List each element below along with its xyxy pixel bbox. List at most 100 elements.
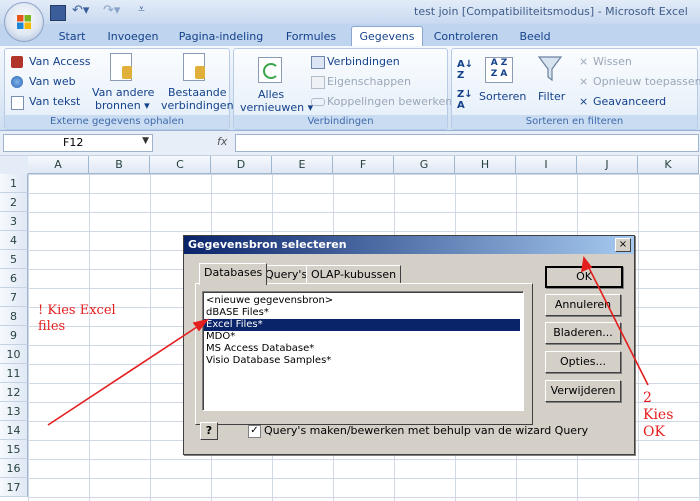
row-header[interactable]: 8 [0, 307, 28, 326]
column-header[interactable]: I [516, 156, 577, 174]
tab-controleren[interactable]: Controleren [430, 27, 502, 46]
refresh-all-label-1[interactable]: Alles [258, 88, 284, 101]
row-header[interactable]: 1 [0, 174, 28, 193]
name-box-value: F12 [63, 136, 84, 149]
formula-input[interactable] [235, 134, 699, 152]
group-connections: Alles vernieuwen ▾ Verbindingen Eigensch… [233, 48, 452, 130]
existing-connections-icon [183, 53, 205, 81]
undo-icon[interactable]: ↶▾ [72, 3, 89, 18]
column-header[interactable]: E [272, 156, 333, 174]
dialog-close-button[interactable]: × [615, 238, 631, 252]
existing-connections-label-1[interactable]: Bestaande [168, 86, 227, 99]
row-header[interactable]: 2 [0, 193, 28, 212]
data-source-list[interactable]: <nieuwe gegevensbron> dBASE Files* Excel… [202, 291, 524, 411]
other-sources-label-1[interactable]: Van andere [92, 86, 154, 99]
help-button[interactable]: ? [200, 422, 218, 440]
name-box[interactable]: F12 ▼ [3, 134, 153, 152]
row-header[interactable]: 15 [0, 440, 28, 459]
sort-desc-icon[interactable]: Z↓ A [457, 89, 473, 111]
row-header[interactable]: 5 [0, 250, 28, 269]
dialog-title-bar[interactable]: Gegevensbron selecteren × [184, 236, 634, 254]
column-header[interactable]: A [28, 156, 89, 174]
advanced-filter-button[interactable]: Geavanceerd [593, 95, 666, 108]
refresh-all-label-2[interactable]: vernieuwen ▾ [240, 101, 313, 114]
sort-button[interactable]: Sorteren [479, 90, 526, 103]
column-header[interactable]: J [577, 156, 638, 174]
list-item[interactable]: MS Access Database* [206, 343, 314, 355]
access-icon [11, 56, 23, 68]
column-header[interactable]: C [150, 156, 211, 174]
row-header[interactable]: 11 [0, 364, 28, 383]
select-data-source-dialog: Gegevensbron selecteren × Databases Quer… [183, 235, 635, 455]
annotation-choose-excel: ! Kies Excel files [38, 303, 116, 334]
browse-button[interactable]: Bladeren... [545, 322, 621, 344]
row-header[interactable]: 3 [0, 212, 28, 231]
row-header[interactable]: 7 [0, 288, 28, 307]
cancel-button[interactable]: Annuleren [545, 294, 621, 316]
ribbon: Van Access Van web Van tekst Van andere … [0, 46, 700, 131]
redo-icon[interactable]: ↷▾ [103, 3, 120, 18]
tab-invoegen[interactable]: Invoegen [104, 27, 162, 46]
delete-button[interactable]: Verwijderen [545, 380, 621, 402]
list-item[interactable]: Visio Database Samples* [206, 355, 331, 367]
text-file-icon [11, 96, 24, 110]
insert-function-icon[interactable]: fx [217, 135, 227, 148]
list-item[interactable]: MDO* [206, 331, 235, 343]
from-text-button[interactable]: Van tekst [29, 95, 80, 108]
group-sort-filter: A↓ Z Z↓ A A ZZ A Sorteren Filter ⨯ Wissen … [451, 48, 700, 130]
tab-gegevens[interactable]: Gegevens [351, 26, 423, 46]
column-header[interactable]: F [333, 156, 394, 174]
web-icon [11, 76, 23, 88]
reapply-button[interactable]: Opnieuw toepassen [593, 75, 700, 88]
from-web-button[interactable]: Van web [29, 75, 76, 88]
properties-button[interactable]: Eigenschappen [327, 75, 411, 88]
column-header[interactable]: D [211, 156, 272, 174]
formula-bar: F12 ▼ fx [0, 131, 700, 156]
column-header[interactable]: G [394, 156, 455, 174]
row-header[interactable]: 4 [0, 231, 28, 250]
tab-pagina-indeling[interactable]: Pagina-indeling [175, 27, 267, 46]
customize-quick-access-icon[interactable]: ⩡ [138, 2, 145, 17]
select-all-corner[interactable] [0, 156, 29, 175]
list-item[interactable]: <nieuwe gegevensbron> [206, 295, 333, 307]
ribbon-tabs: Start Invoegen Pagina-indeling Formules … [0, 24, 700, 46]
properties-icon [311, 76, 325, 89]
wizard-checkbox[interactable]: ✓ [248, 425, 261, 438]
row-header[interactable]: 10 [0, 345, 28, 364]
row-header[interactable]: 12 [0, 383, 28, 402]
clear-filter-button[interactable]: Wissen [593, 55, 632, 68]
title-bar: ↶▾ ↷▾ ⩡ test join [Compatibiliteitsmodus… [0, 0, 700, 25]
ok-button[interactable]: OK [545, 266, 623, 288]
annotation-choose-ok: 2 Kies OK [643, 390, 674, 440]
list-item[interactable]: dBASE Files* [206, 307, 269, 319]
tab-start[interactable]: Start [52, 27, 92, 46]
row-header[interactable]: 16 [0, 459, 28, 478]
existing-connections-label-2[interactable]: verbindingen [161, 99, 234, 112]
tab-queries[interactable]: Query's [260, 265, 313, 284]
office-button[interactable] [4, 2, 44, 42]
connections-button[interactable]: Verbindingen [327, 55, 400, 68]
column-header[interactable]: H [455, 156, 516, 174]
from-access-button[interactable]: Van Access [29, 55, 91, 68]
row-header[interactable]: 9 [0, 326, 28, 345]
tab-beeld[interactable]: Beeld [513, 27, 557, 46]
filter-button[interactable]: Filter [538, 90, 565, 103]
name-box-dropdown-icon[interactable]: ▼ [142, 136, 149, 146]
list-item-selected[interactable]: Excel Files* [204, 319, 520, 331]
row-header[interactable]: 14 [0, 421, 28, 440]
row-header[interactable]: 6 [0, 269, 28, 288]
sort-asc-icon[interactable]: A↓ Z [457, 59, 473, 81]
tab-olap-cubes[interactable]: OLAP-kubussen [306, 265, 402, 284]
row-header[interactable]: 17 [0, 478, 28, 497]
options-button[interactable]: Opties... [545, 351, 621, 373]
column-header[interactable]: B [89, 156, 150, 174]
refresh-all-icon [258, 57, 282, 83]
edit-links-button[interactable]: Koppelingen bewerken [327, 95, 452, 108]
tab-formules[interactable]: Formules [280, 27, 342, 46]
sort-dialog-icon: A ZZ A [485, 57, 513, 83]
tab-databases[interactable]: Databases [199, 263, 268, 285]
other-sources-label-2[interactable]: bronnen ▾ [95, 99, 150, 112]
save-icon[interactable] [50, 5, 66, 21]
row-header[interactable]: 13 [0, 402, 28, 421]
column-header[interactable]: K [638, 156, 699, 174]
